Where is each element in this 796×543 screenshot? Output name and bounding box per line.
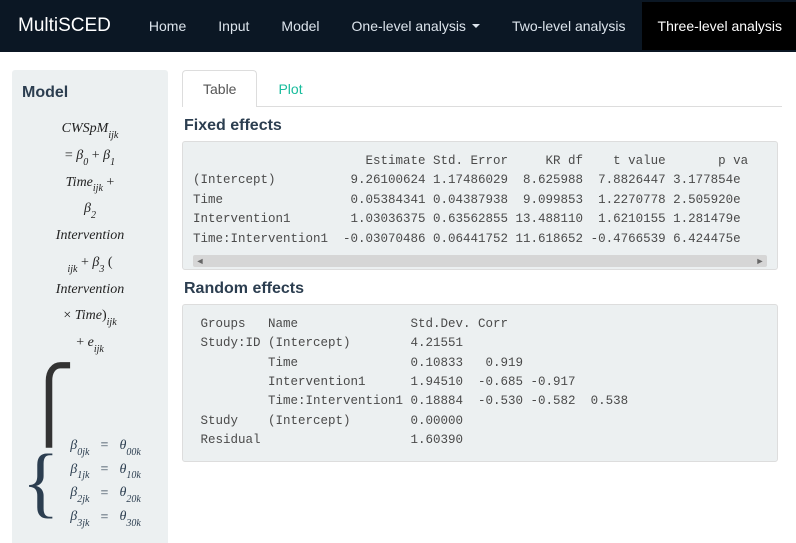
nav-list: Home Input Model One-level analysis Two-…: [133, 2, 796, 50]
result-tabs: Table Plot: [182, 70, 782, 107]
horizontal-scrollbar[interactable]: ◄ ►: [193, 255, 767, 267]
nav-model[interactable]: Model: [265, 2, 335, 50]
fixed-effects-output: Estimate Std. Error KR df t value p va (…: [182, 141, 778, 270]
caret-down-icon: [472, 24, 480, 28]
nav-two-level[interactable]: Two-level analysis: [496, 2, 642, 50]
nav-input[interactable]: Input: [202, 2, 265, 50]
main-panel: Table Plot Fixed effects Estimate Std. E…: [182, 70, 782, 543]
scroll-left-icon[interactable]: ◄: [193, 255, 207, 267]
nav-one-level[interactable]: One-level analysis: [336, 2, 496, 50]
left-brace-icon: ⎧: [22, 369, 76, 441]
random-effects-heading: Random effects: [184, 280, 782, 298]
beta-equations: ⎧: [22, 369, 158, 441]
tab-plot[interactable]: Plot: [257, 70, 323, 107]
fixed-effects-text: Estimate Std. Error KR df t value p va (…: [193, 152, 767, 249]
model-equation: CWSpMijk = β0 + β1 Timeijk + β2 Interven…: [22, 116, 158, 357]
random-effects-output: Groups Name Std.Dev. Corr Study:ID (Inte…: [182, 304, 778, 462]
nav-home-label: Home: [149, 18, 186, 34]
app-brand[interactable]: MultiSCED: [18, 15, 111, 37]
nav-three-level[interactable]: Three-level analysis: [642, 2, 796, 50]
nav-input-label: Input: [218, 18, 249, 34]
nav-two-level-label: Two-level analysis: [512, 18, 626, 34]
model-sidebar: Model CWSpMijk = β0 + β1 Timeijk + β2 In…: [12, 70, 168, 543]
nav-model-label: Model: [281, 18, 319, 34]
nav-three-level-label: Three-level analysis: [658, 18, 783, 34]
nav-one-level-label: One-level analysis: [352, 18, 466, 34]
tab-table[interactable]: Table: [182, 70, 257, 107]
content: Model CWSpMijk = β0 + β1 Timeijk + β2 In…: [0, 52, 796, 543]
fixed-effects-heading: Fixed effects: [184, 117, 782, 135]
sidebar-heading: Model: [22, 84, 158, 102]
navbar: MultiSCED Home Input Model One-level ana…: [0, 0, 796, 52]
scroll-right-icon[interactable]: ►: [753, 255, 767, 267]
nav-home[interactable]: Home: [133, 2, 202, 50]
random-effects-text: Groups Name Std.Dev. Corr Study:ID (Inte…: [193, 315, 767, 451]
